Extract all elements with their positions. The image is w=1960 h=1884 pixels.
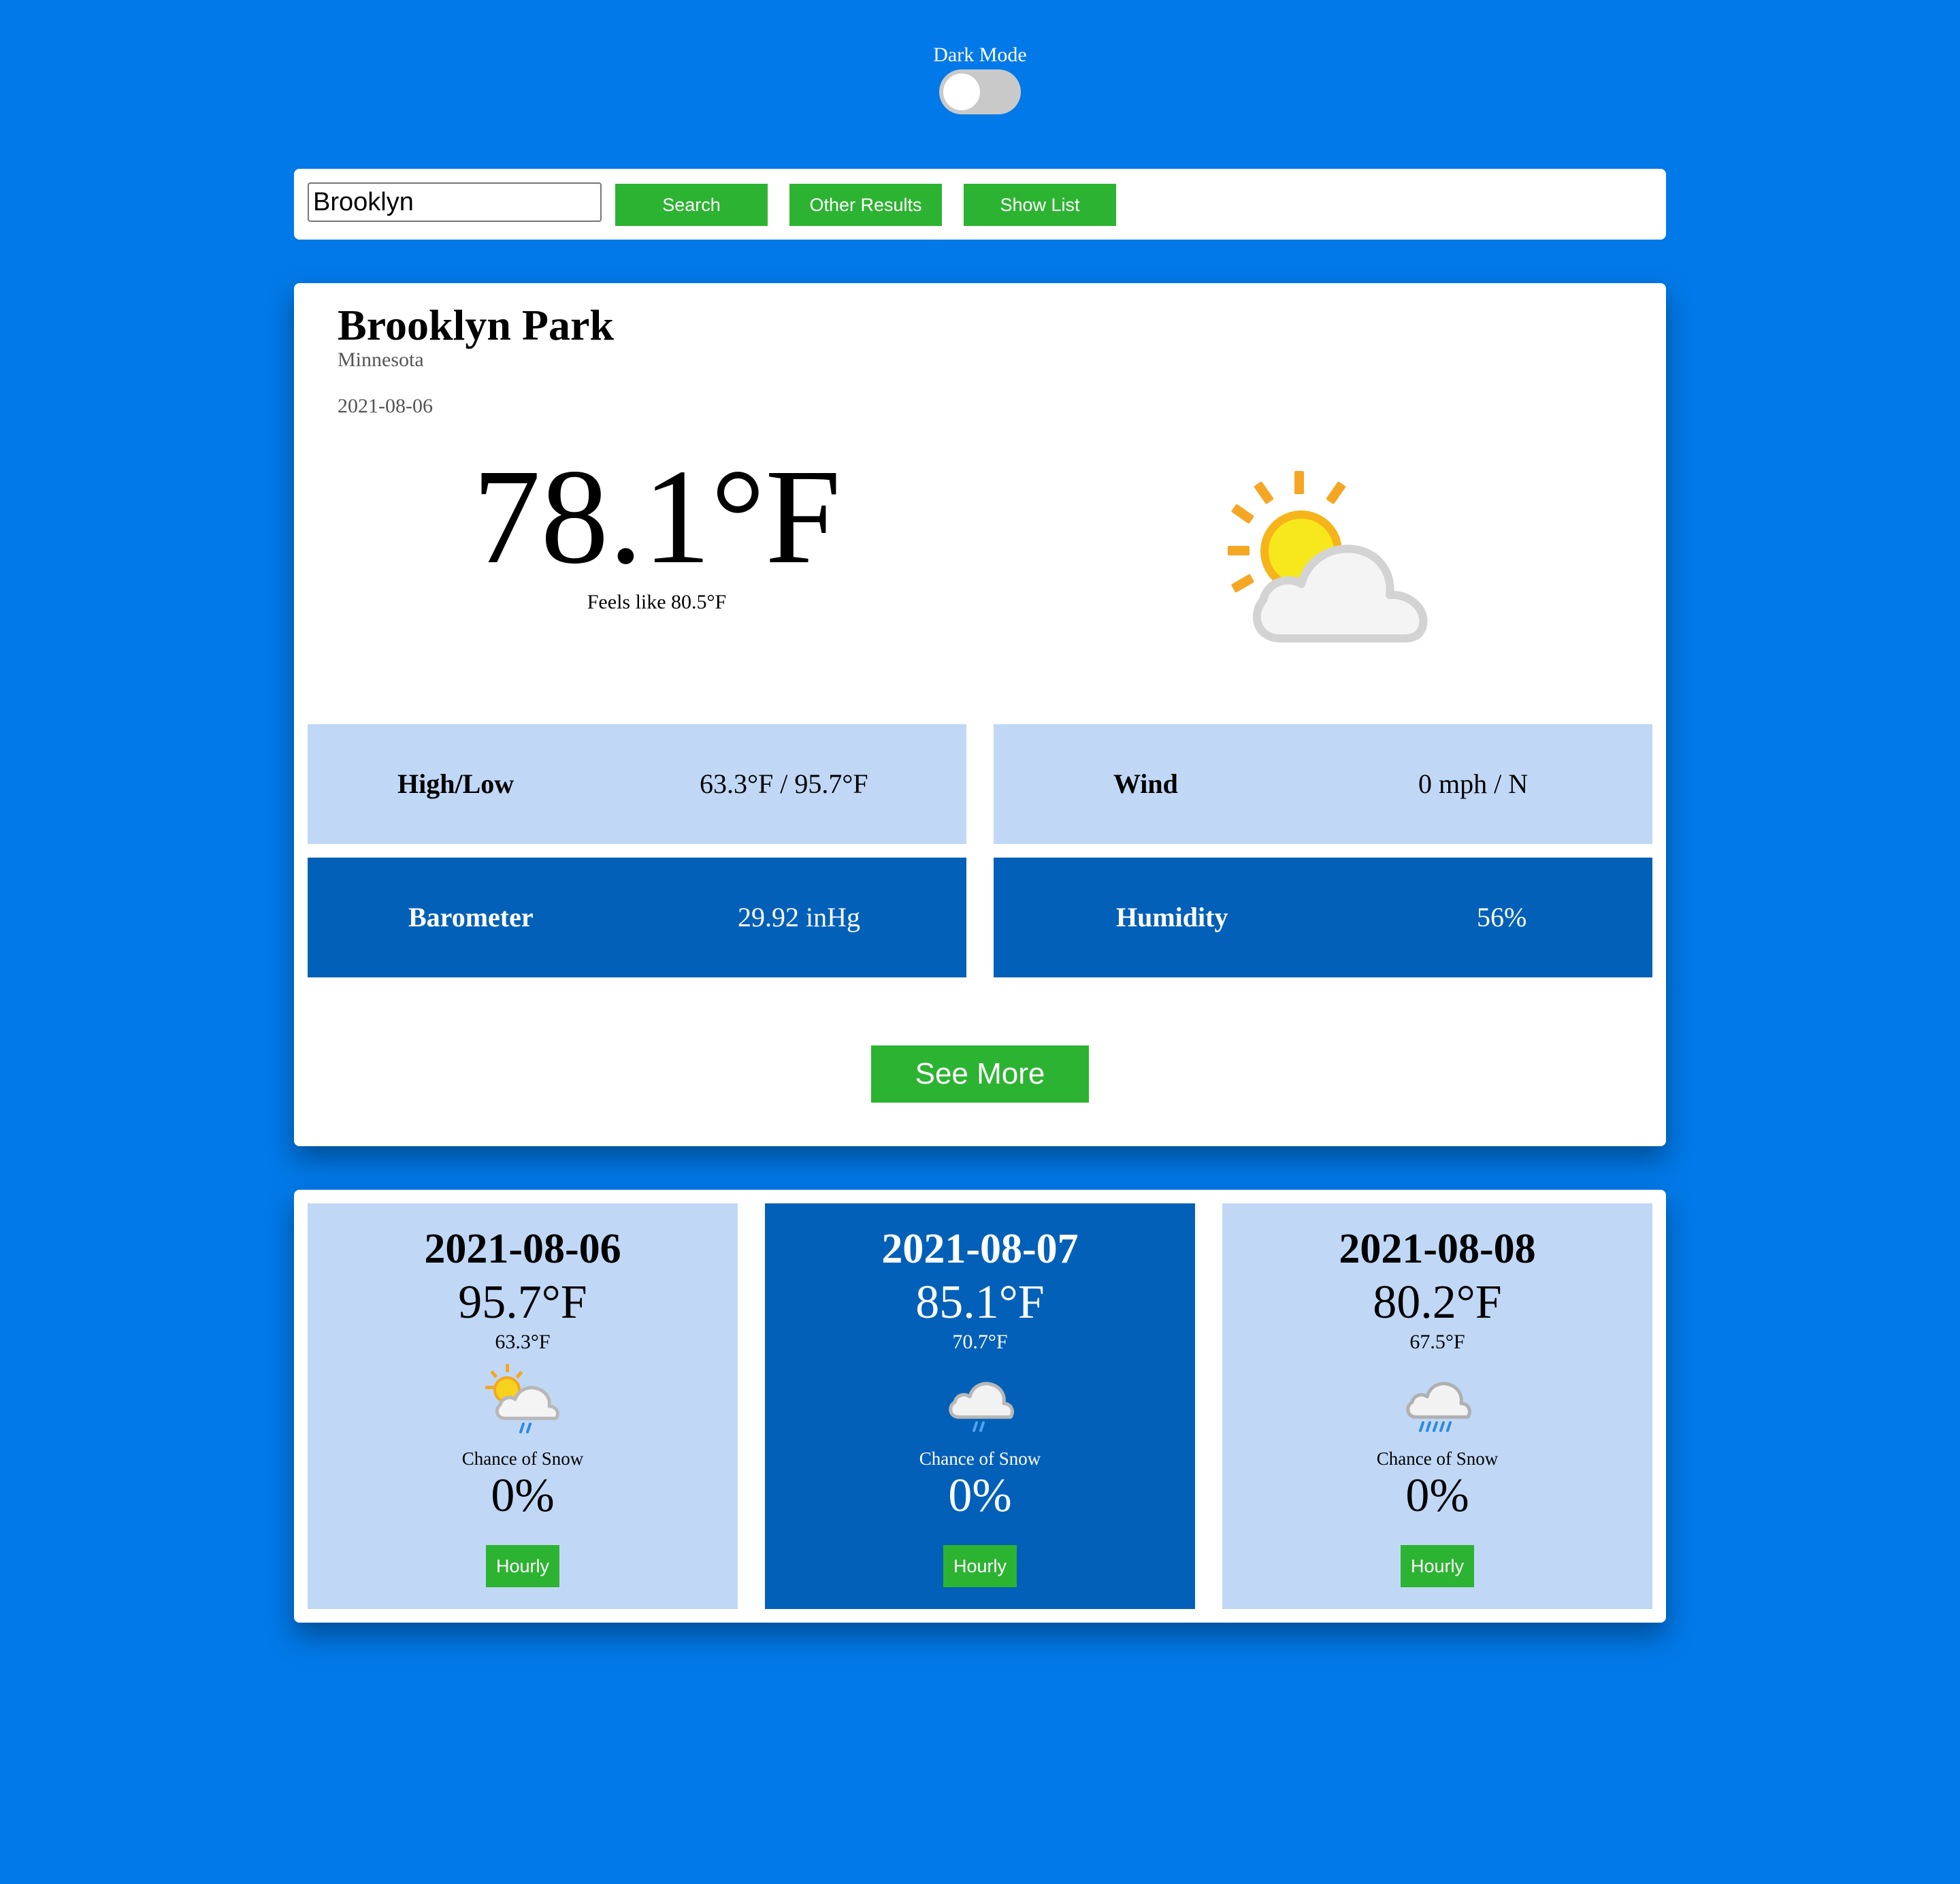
chance-value: 0% — [1405, 1469, 1469, 1522]
wind-tile: Wind 0 mph / N — [994, 724, 1652, 844]
dark-mode-label: Dark Mode — [933, 44, 1027, 66]
cloud-rain-icon — [1400, 1364, 1475, 1435]
hourly-button[interactable]: Hourly — [1401, 1545, 1474, 1587]
wind-label: Wind — [1113, 768, 1178, 799]
city-name: Brooklyn Park — [338, 301, 614, 349]
forecast-date: 2021-08-06 — [424, 1226, 621, 1272]
chance-label: Chance of Snow — [1376, 1448, 1499, 1469]
partly-cloudy-icon — [1218, 470, 1463, 660]
humidity-tile: Humidity 56% — [994, 858, 1652, 977]
current-weather-card — [294, 283, 1666, 1146]
high-low-value: 63.3°F / 95.7°F — [700, 768, 868, 799]
region-name: Minnesota — [338, 348, 424, 371]
dark-mode-toggle[interactable] — [939, 69, 1021, 114]
chance-value: 0% — [491, 1469, 555, 1522]
forecast-day-card: 2021-08-06 95.7°F 63.3°F Chance of Snow … — [308, 1203, 738, 1609]
barometer-label: Barometer — [408, 902, 534, 932]
forecast-high: 80.2°F — [1373, 1276, 1502, 1329]
humidity-label: Humidity — [1116, 902, 1228, 932]
forecast-high: 95.7°F — [458, 1276, 587, 1329]
chance-label: Chance of Snow — [461, 1448, 584, 1469]
forecast-date: 2021-08-07 — [881, 1226, 1079, 1272]
chance-value: 0% — [948, 1469, 1012, 1522]
forecast-low: 67.5°F — [1409, 1331, 1465, 1353]
forecast-date: 2021-08-08 — [1339, 1226, 1536, 1272]
feels-like: Feels like 80.5°F — [587, 591, 727, 613]
search-panel: Search Other Results Show List — [294, 169, 1666, 240]
show-list-button[interactable]: Show List — [964, 184, 1116, 226]
toggle-knob — [943, 74, 980, 110]
search-input[interactable] — [308, 182, 602, 222]
forecast-high: 85.1°F — [915, 1276, 1045, 1329]
see-more-button[interactable]: See More — [871, 1045, 1089, 1103]
current-date: 2021-08-06 — [338, 395, 433, 417]
forecast-low: 63.3°F — [495, 1331, 551, 1353]
high-low-tile: High/Low 63.3°F / 95.7°F — [308, 724, 966, 844]
barometer-value: 29.92 inHg — [738, 902, 860, 932]
hourly-button[interactable]: Hourly — [943, 1545, 1017, 1587]
wind-value: 0 mph / N — [1418, 768, 1529, 799]
hourly-button[interactable]: Hourly — [486, 1545, 559, 1587]
humidity-value: 56% — [1477, 902, 1527, 932]
other-results-button[interactable]: Other Results — [789, 184, 942, 226]
cloud-light-rain-icon — [943, 1364, 1017, 1435]
search-button[interactable]: Search — [615, 184, 768, 226]
forecast-low: 70.7°F — [952, 1331, 1008, 1353]
forecast-day-card: 2021-08-08 80.2°F 67.5°F Chance of Snow … — [1222, 1203, 1652, 1609]
barometer-tile: Barometer 29.92 inHg — [308, 858, 966, 977]
high-low-label: High/Low — [397, 768, 514, 799]
sun-cloud-rain-icon — [485, 1364, 560, 1435]
chance-label: Chance of Snow — [919, 1448, 1041, 1469]
current-temperature: 78.1°F — [472, 442, 841, 592]
forecast-day-card: 2021-08-07 85.1°F 70.7°F Chance of Snow … — [765, 1203, 1195, 1609]
